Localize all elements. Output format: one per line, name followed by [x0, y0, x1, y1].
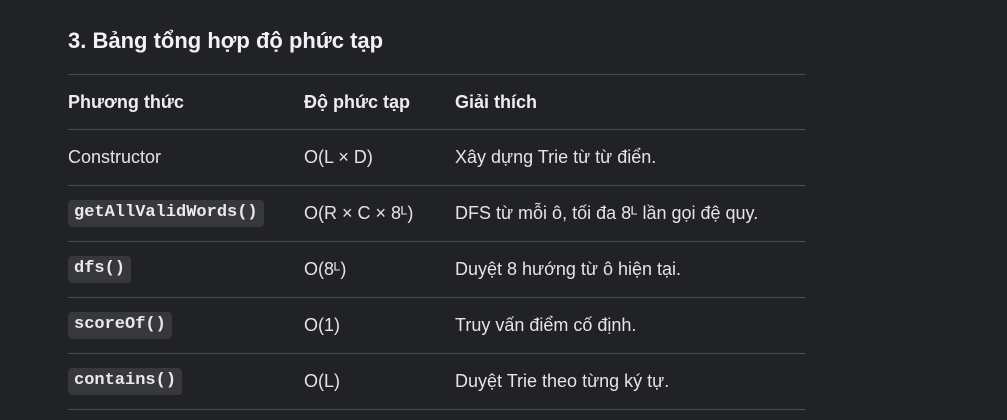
explanation-cell: Truy vấn điểm cố định. [455, 297, 805, 354]
method-cell: scoreOf() [68, 297, 304, 354]
method-name: Constructor [68, 147, 162, 167]
table-row: dfs() O(8ᴸ) Duyệt 8 hướng từ ô hiện tại. [68, 241, 805, 298]
table-row: contains() O(L) Duyệt Trie theo từng ký … [68, 353, 805, 410]
column-header-method: Phương thức [68, 74, 304, 130]
method-cell: Constructor [68, 129, 304, 186]
table-row: Constructor O(L × D) Xây dựng Trie từ từ… [68, 129, 805, 186]
method-code: dfs() [68, 256, 132, 283]
complexity-cell: O(R × C × 8ᴸ) [304, 185, 455, 242]
explanation-cell: Xây dựng Trie từ từ điển. [455, 129, 805, 186]
complexity-cell: O(L) [304, 353, 455, 410]
column-header-complexity: Độ phức tạp [304, 74, 455, 130]
method-cell: getAllValidWords() [68, 185, 304, 242]
table-header-row: Phương thức Độ phức tạp Giải thích [68, 74, 805, 130]
method-code: getAllValidWords() [68, 200, 264, 227]
column-header-explanation: Giải thích [455, 74, 805, 130]
method-code: contains() [68, 368, 183, 395]
table-row: scoreOf() O(1) Truy vấn điểm cố định. [68, 297, 805, 354]
method-cell: contains() [68, 353, 304, 410]
complexity-table: Phương thức Độ phức tạp Giải thích Const… [68, 74, 805, 410]
complexity-cell: O(L × D) [304, 129, 455, 186]
explanation-cell: Duyệt Trie theo từng ký tự. [455, 353, 805, 410]
section-heading: 3. Bảng tổng hợp độ phức tạp [68, 28, 384, 53]
explanation-cell: DFS từ mỗi ô, tối đa 8ᴸ lần gọi đệ quy. [455, 185, 805, 242]
table-row: getAllValidWords() O(R × C × 8ᴸ) DFS từ … [68, 185, 805, 242]
complexity-cell: O(8ᴸ) [304, 241, 455, 298]
method-cell: dfs() [68, 241, 304, 298]
complexity-cell: O(1) [304, 297, 455, 354]
explanation-cell: Duyệt 8 hướng từ ô hiện tại. [455, 241, 805, 298]
method-code: scoreOf() [68, 312, 172, 339]
